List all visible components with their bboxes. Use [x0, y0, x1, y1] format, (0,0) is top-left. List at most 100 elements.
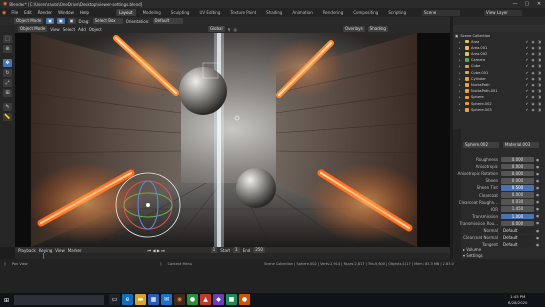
settings-section[interactable]: ▾ Settings: [463, 253, 483, 258]
expand-icon[interactable]: ▸: [459, 52, 463, 56]
tab-shading[interactable]: Shading: [263, 9, 285, 16]
outliner-item[interactable]: ▸ NurbsPath ✔ ◉ ◨: [453, 82, 545, 87]
explorer-icon[interactable]: ▬: [135, 294, 146, 305]
visibility-toggles[interactable]: ✔ ◉ ◨: [525, 40, 542, 44]
visibility-toggles[interactable]: ✔ ◉ ◨: [525, 89, 542, 93]
expand-icon[interactable]: ▸: [459, 46, 463, 50]
timeline-view-menu[interactable]: View: [55, 248, 65, 253]
material-name-field[interactable]: Material.003: [503, 141, 539, 148]
expand-icon[interactable]: ▸: [459, 71, 463, 75]
property-value-field[interactable]: 0.000: [501, 220, 534, 227]
menu-render[interactable]: Render: [37, 10, 53, 15]
blender-task-icon[interactable]: ◉: [174, 294, 185, 305]
edge-icon[interactable]: e: [122, 294, 133, 305]
tab-texture-paint[interactable]: Texture Paint: [227, 9, 259, 16]
visibility-toggles[interactable]: ✔ ◉ ◨: [525, 102, 542, 106]
visibility-toggles[interactable]: ✔ ◉ ◨: [525, 108, 542, 112]
keyframe-dot-icon[interactable]: ●: [536, 200, 539, 204]
outliner-item[interactable]: ▸ Sphere.003 ✔ ◉ ◨: [453, 107, 545, 112]
keyframe-dot-icon[interactable]: ●: [536, 214, 539, 218]
visibility-toggles[interactable]: ✔ ◉ ◨: [525, 95, 542, 99]
expand-icon[interactable]: ▸: [459, 77, 463, 81]
cursor-icon[interactable]: ⊕: [3, 45, 12, 53]
tab-rendering[interactable]: Rendering: [320, 9, 346, 16]
outliner-item[interactable]: ▸ Camera ✔ ◉ ◨: [453, 58, 545, 63]
play-controls[interactable]: ⏮ ◀ ▶ ⏭: [148, 248, 165, 253]
property-value-field[interactable]: Default: [501, 241, 534, 248]
minimize-button[interactable]: —: [509, 0, 521, 8]
property-value-field[interactable]: Default: [501, 227, 534, 234]
playback-menu[interactable]: Playback: [18, 248, 36, 253]
annotate-icon[interactable]: ✎: [3, 103, 12, 111]
outliner-item[interactable]: ▸ Area.002 ✔ ◉ ◨: [453, 51, 545, 56]
expand-icon[interactable]: ▸: [459, 102, 463, 106]
task-view-icon[interactable]: ▭: [109, 294, 120, 305]
visibility-toggles[interactable]: ✔ ◉ ◨: [525, 71, 542, 75]
keyframe-dot-icon[interactable]: ●: [536, 172, 539, 176]
rotate-icon[interactable]: ↻: [3, 69, 12, 77]
expand-icon[interactable]: ▸: [459, 89, 463, 93]
scale-icon[interactable]: ⤢: [3, 79, 12, 87]
outliner-scene-collection[interactable]: ▣ Scene Collection: [453, 33, 545, 38]
close-button[interactable]: ✕: [533, 0, 545, 8]
visibility-toggles[interactable]: ✔ ◉ ◨: [525, 77, 542, 81]
outliner-item[interactable]: ▸ Cube ✔ ◉ ◨: [453, 64, 545, 69]
keyframe-dot-icon[interactable]: ●: [536, 221, 539, 225]
keyframe-dot-icon[interactable]: ●: [536, 193, 539, 197]
menu-window[interactable]: Window: [57, 10, 75, 15]
property-value-field[interactable]: 1.450: [501, 206, 534, 212]
menu-file[interactable]: File: [10, 10, 19, 15]
expand-icon[interactable]: ▸: [459, 83, 463, 87]
shading-button[interactable]: Shading: [367, 26, 388, 32]
current-frame-field[interactable]: 1: [210, 247, 218, 253]
taskbar-search[interactable]: [14, 295, 104, 305]
property-value-field[interactable]: 0.000: [501, 192, 534, 198]
object-menu[interactable]: Object: [89, 27, 102, 32]
volume-section[interactable]: ▸ Volume: [463, 247, 481, 252]
keyframe-dot-icon[interactable]: ●: [536, 243, 539, 247]
tab-layout[interactable]: Layout: [115, 9, 136, 16]
windows-start-icon[interactable]: ⊞: [1, 295, 12, 306]
mode-selector[interactable]: Object Mode: [14, 18, 44, 24]
add-menu[interactable]: Add: [78, 27, 86, 32]
outliner-item[interactable]: ▸ NurbsPath.001 ✔ ◉ ◨: [453, 89, 545, 94]
menu-help[interactable]: Help: [79, 10, 90, 15]
select-extend-button[interactable]: ▣: [56, 18, 65, 24]
select-subtract-button[interactable]: ▣: [67, 18, 76, 24]
keyframe-dot-icon[interactable]: ●: [536, 186, 539, 190]
tab-sculpting[interactable]: Sculpting: [168, 9, 193, 16]
app-icon-green[interactable]: ■: [226, 294, 237, 305]
transform-orientation-selector[interactable]: Global: [207, 26, 225, 32]
keyframe-dot-icon[interactable]: ●: [536, 158, 539, 162]
keyframe-dot-icon[interactable]: ●: [536, 207, 539, 211]
visibility-toggles[interactable]: ✔ ◉ ◨: [525, 83, 542, 87]
app-icon-red[interactable]: ▲: [200, 294, 211, 305]
object-mode-selector[interactable]: Object Mode: [18, 26, 48, 32]
visibility-toggles[interactable]: ✔ ◉ ◨: [525, 46, 542, 50]
outliner-item[interactable]: ▸ Cylinder ✔ ◉ ◨: [453, 76, 545, 81]
keyframe-dot-icon[interactable]: ●: [536, 229, 539, 233]
tab-scripting[interactable]: Scripting: [385, 9, 409, 16]
keyframe-dot-icon[interactable]: ●: [536, 165, 539, 169]
sphere-lower[interactable]: [236, 168, 276, 208]
property-value-field[interactable]: 1.000: [501, 213, 534, 220]
expand-icon[interactable]: ▸: [459, 95, 463, 99]
app-icon-orange[interactable]: ●: [239, 294, 250, 305]
tab-modeling[interactable]: Modeling: [140, 9, 164, 16]
outliner-item[interactable]: ▸ Cube.001 ✔ ◉ ◨: [453, 70, 545, 75]
outliner-item[interactable]: ▸ Area.001 ✔ ◉ ◨: [453, 45, 545, 50]
property-value-field[interactable]: 0.000: [501, 170, 534, 177]
proportional-edit-icon[interactable]: ◎: [234, 27, 238, 32]
select-menu[interactable]: Select: [63, 27, 75, 32]
outliner-item[interactable]: ▸ Area ✔ ◉ ◨: [453, 39, 545, 44]
expand-icon[interactable]: ▸: [459, 40, 463, 44]
drag-selector[interactable]: Select Box: [92, 18, 123, 24]
keyframe-dot-icon[interactable]: ●: [536, 179, 539, 183]
snap-icon[interactable]: ⚲: [228, 27, 231, 32]
visibility-toggles[interactable]: ✔ ◉ ◨: [525, 52, 542, 56]
mail-icon[interactable]: ✉: [161, 294, 172, 305]
select-new-button[interactable]: ▣: [46, 18, 54, 24]
expand-icon[interactable]: ▸: [459, 64, 463, 68]
tab-compositing[interactable]: Compositing: [350, 9, 381, 16]
property-value-field[interactable]: 0.030: [501, 199, 534, 205]
